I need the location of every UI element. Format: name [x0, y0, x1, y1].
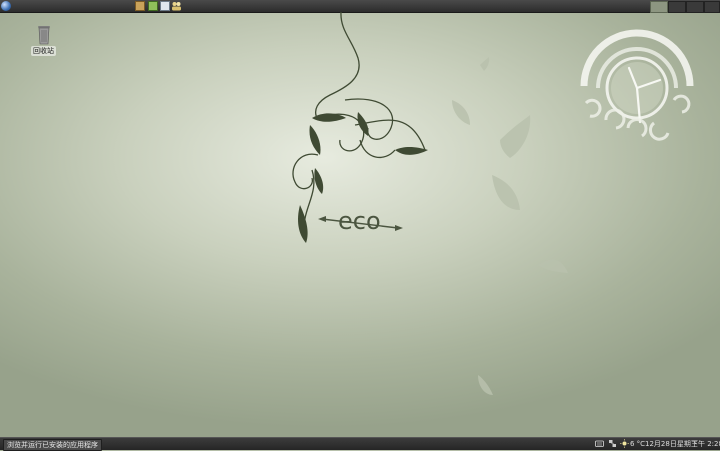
bottom-panel: 浏览并运行已安装的应用程序 6 °C 12月28日星期三 下午 2:28	[0, 437, 720, 451]
network-icon[interactable]	[608, 439, 617, 448]
taskbar-hint-button[interactable]: 浏览并运行已安装的应用程序	[3, 439, 102, 451]
text-editor-icon[interactable]	[160, 1, 170, 11]
date-text[interactable]: 12月28日星期三	[645, 438, 698, 450]
clock-widget	[580, 29, 694, 141]
eco-text: eco	[338, 207, 381, 235]
keyboard-icon[interactable]	[595, 439, 604, 448]
eco-logo: eco	[318, 207, 403, 235]
document-icon[interactable]	[148, 1, 158, 11]
time-text[interactable]: 下午 2:28	[691, 438, 720, 450]
weather-sun-icon[interactable]	[620, 439, 629, 448]
falling-leaves	[452, 57, 568, 395]
file-manager-icon[interactable]	[135, 1, 145, 11]
weather-text[interactable]: 6 °C	[630, 438, 645, 450]
app-menu-orb-icon[interactable]	[1, 1, 11, 11]
users-icon[interactable]	[171, 1, 182, 11]
